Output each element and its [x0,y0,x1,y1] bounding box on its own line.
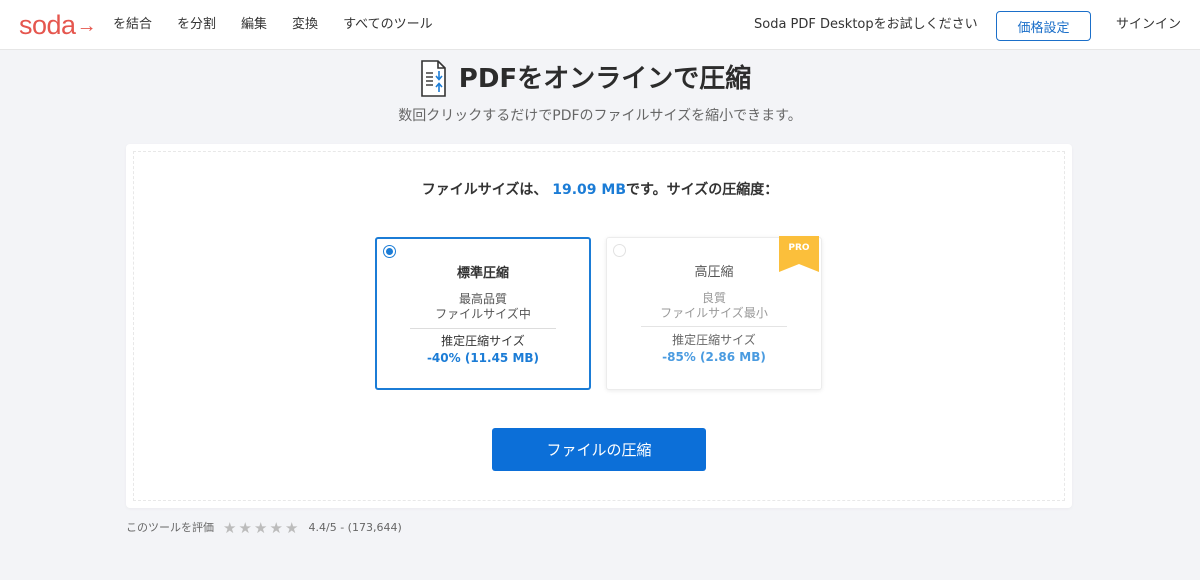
nav-item-convert[interactable]: 変換 [292,16,318,34]
option-filesize: ファイルサイズ中 [435,307,531,321]
pro-badge-label: PRO [788,243,810,253]
radio-standard[interactable] [383,245,396,258]
rating-score: 4.4/5 - (173,644) [308,521,402,534]
desktop-trial-link[interactable]: Soda PDF Desktopをお試しください [754,16,978,34]
star-icon[interactable]: ★ [239,521,253,536]
compress-document-icon [420,60,446,97]
option-estimate-value: -40% (11.45 MB) [426,351,540,365]
rating-label: このツールを評価 [126,521,214,534]
rating-bar: このツールを評価 ★ ★ ★ ★ ★ 4.4/5 - (173,644) [126,520,402,536]
radio-high[interactable] [613,244,626,257]
top-header: soda→ を結合 を分割 編集 変換 すべてのツール Soda PDF Des… [0,0,1200,50]
option-estimate-label: 推定圧縮サイズ [441,334,525,348]
logo-arrow-icon: → [76,15,97,37]
file-size-suffix: です。サイズの圧縮度： [626,182,779,198]
option-description: 良質 ファイルサイズ最小 [607,291,821,321]
file-size-line: ファイルサイズは、 19.09 MBです。サイズの圧縮度： [0,180,1200,200]
option-divider [641,326,787,327]
option-quality: 最高品質 [458,292,507,306]
option-estimate-value: -85% (2.86 MB) [662,350,766,364]
main-nav: を結合 を分割 編集 変換 すべてのツール [113,16,458,34]
pricing-button[interactable]: 価格設定 [996,11,1091,41]
star-icon[interactable]: ★ [270,521,284,536]
nav-item-split[interactable]: を分割 [177,16,216,34]
nav-item-merge[interactable]: を結合 [113,16,152,34]
page-title: PDFをオンラインで圧縮 [458,64,752,94]
signin-link[interactable]: サインイン [1116,16,1181,34]
file-size-value: 19.09 MB [552,182,627,198]
radio-selected-dot [386,248,393,255]
nav-item-edit[interactable]: 編集 [241,16,267,34]
nav-item-all-tools[interactable]: すべてのツール [343,16,433,34]
star-icon[interactable]: ★ [254,521,268,536]
option-standard-compression[interactable]: 標準圧縮 最高品質 ファイルサイズ中 推定圧縮サイズ -40% (11.45 M… [375,237,591,390]
compress-file-button[interactable]: ファイルの圧縮 [492,428,706,471]
title-row: PDFをオンラインで圧縮 [0,60,1200,98]
option-filesize: ファイルサイズ最小 [660,306,768,320]
file-size-prefix: ファイルサイズは、 [421,182,548,198]
option-quality: 良質 [701,291,726,305]
logo-text: soda [19,10,76,40]
soda-logo[interactable]: soda→ [19,10,97,41]
option-estimate-label: 推定圧縮サイズ [672,333,756,347]
star-icon[interactable]: ★ [285,521,299,536]
page-subtitle: 数回クリックするだけでPDFのファイルサイズを縮小できます。 [398,108,802,124]
rating-stars: ★ ★ ★ ★ ★ [223,521,301,536]
option-title: 標準圧縮 [456,266,509,281]
option-divider [410,328,556,329]
star-icon[interactable]: ★ [223,521,237,536]
option-description: 最高品質 ファイルサイズ中 [377,292,589,322]
